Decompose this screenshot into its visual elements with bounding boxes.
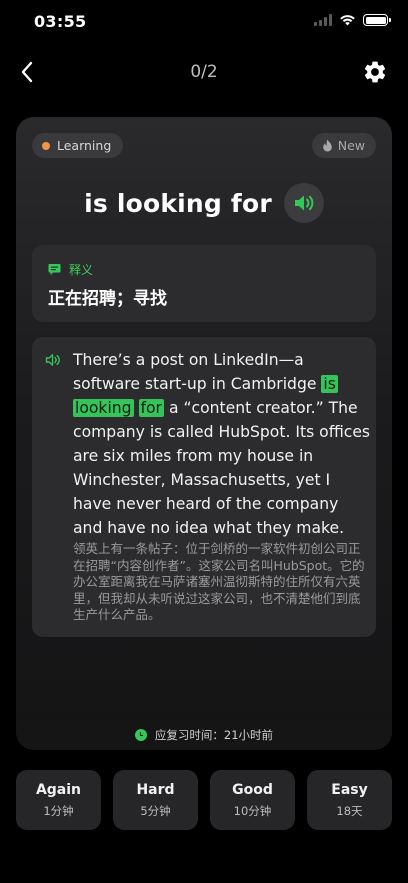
example-sentence: There’s a post on LinkedIn—a software st… — [73, 348, 371, 540]
highlight-word: for — [138, 399, 164, 417]
highlight-word: looking — [73, 399, 134, 417]
status-dot — [42, 141, 50, 150]
rating-interval: 1分钟 — [43, 803, 74, 818]
rating-interval: 18天 — [336, 803, 363, 818]
review-time-text: 应复习时间：21小时前 — [154, 728, 274, 742]
word-row: is looking for — [16, 183, 392, 223]
new-badge-label: New — [337, 138, 365, 153]
status-time: 03:55 — [34, 12, 87, 31]
example-text-after: a “content creator.” The company is call… — [73, 399, 371, 537]
definition-text: 正在招聘；寻找 — [48, 289, 167, 309]
speaker-icon — [45, 354, 60, 366]
easy-button[interactable]: Easy 18天 — [307, 770, 392, 830]
learning-status-badge: Learning — [32, 133, 124, 158]
new-badge: New — [311, 133, 376, 158]
chat-icon — [48, 264, 61, 275]
rating-label: Good — [232, 781, 273, 798]
good-button[interactable]: Good 10分钟 — [210, 770, 295, 830]
rating-label: Hard — [136, 781, 175, 798]
progress-counter: 0/2 — [190, 62, 218, 82]
example-text-before: There’s a post on LinkedIn—a software st… — [73, 351, 322, 393]
definition-label-row: 释义 — [48, 261, 93, 278]
pronounce-button[interactable] — [283, 183, 324, 223]
status-icons — [314, 14, 391, 26]
hard-button[interactable]: Hard 5分钟 — [113, 770, 198, 830]
flame-icon — [322, 139, 332, 152]
example-box: There’s a post on LinkedIn—a software st… — [32, 337, 376, 637]
review-time-bar: 应复习时间：21小时前 — [16, 720, 392, 750]
rating-interval: 10分钟 — [233, 803, 272, 818]
vocab-word: is looking for — [84, 188, 272, 218]
gear-icon — [364, 61, 386, 83]
cellular-signal-icon — [314, 14, 332, 26]
rating-buttons: Again 1分钟 Hard 5分钟 Good 10分钟 Easy 18天 — [16, 770, 392, 830]
highlight-word: is — [321, 375, 338, 393]
again-button[interactable]: Again 1分钟 — [16, 770, 101, 830]
definition-box: 释义 正在招聘；寻找 — [32, 245, 376, 322]
status-badge-label: Learning — [57, 138, 112, 153]
rating-label: Easy — [331, 781, 368, 798]
battery-icon — [363, 14, 391, 26]
example-translation: 领英上有一条帖子：位于剑桥的一家软件初创公司正在招聘“内容创作者”。这家公司名叫… — [73, 541, 365, 622]
example-speak-button[interactable] — [45, 352, 61, 371]
definition-label: 释义 — [69, 263, 94, 277]
clock-icon — [134, 729, 147, 741]
rating-interval: 5分钟 — [140, 803, 171, 818]
wifi-icon — [340, 15, 355, 26]
settings-button[interactable] — [362, 59, 388, 85]
speaker-icon — [294, 195, 314, 211]
status-bar: 03:55 — [0, 0, 408, 44]
rating-label: Again — [35, 781, 82, 798]
flashcard: Learning New is looking for 释义 正在招聘；寻找 T… — [16, 117, 392, 750]
